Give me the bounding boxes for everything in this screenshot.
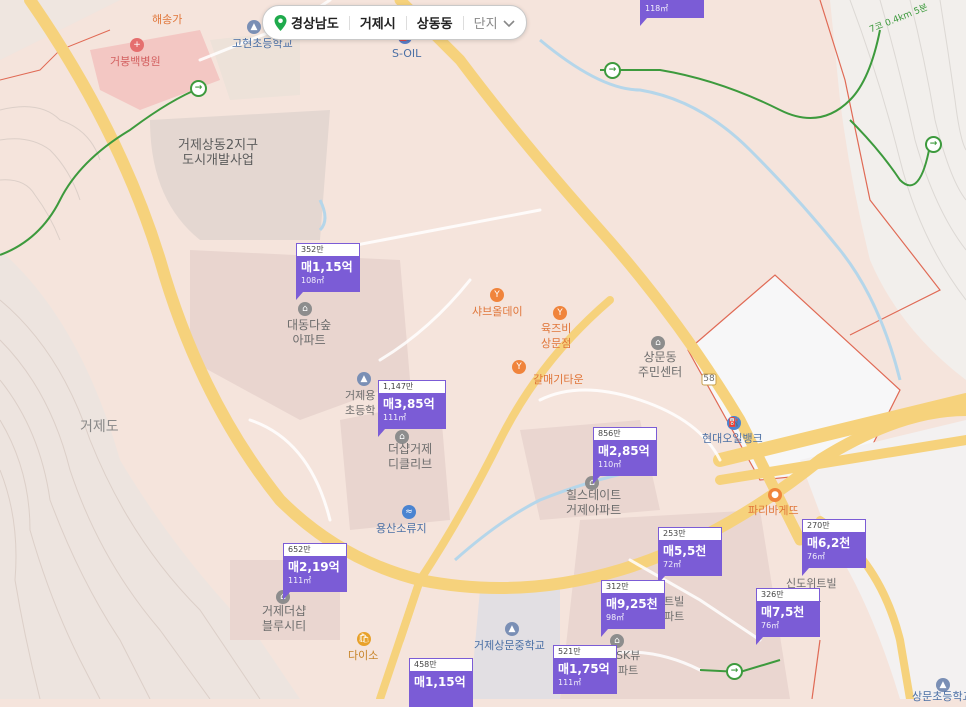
restaurant-icon[interactable]: Y: [512, 360, 526, 374]
listing-marker[interactable]: 270만 매6,2천 76㎡: [802, 519, 866, 576]
poi-sangmun-center-label: 상문동 주민센터: [638, 350, 683, 379]
community-center-icon[interactable]: ⌂: [651, 336, 665, 350]
poi-soil-label: S-OIL: [392, 47, 422, 60]
school-icon[interactable]: ▲: [505, 622, 519, 636]
poi-yongsan-reservoir-label: 용산소류지: [376, 522, 427, 535]
school-icon[interactable]: ▲: [357, 372, 371, 386]
poi-teubil-label: 트빌 파트: [664, 595, 685, 623]
poi-hospital-label: 거붕백병원: [110, 55, 161, 68]
poi-shabu-label: 샤브올데이: [472, 305, 523, 318]
poi-paris-baguette-label: 파리바게뜨: [748, 504, 799, 517]
breadcrumb-province[interactable]: 경상남도: [287, 13, 349, 32]
restaurant-icon[interactable]: Y: [553, 306, 567, 320]
hospital-icon[interactable]: +: [130, 38, 144, 52]
poi-geojeyong-school-label: 거제용 초등학: [345, 389, 376, 417]
route-58-label: 58: [703, 374, 715, 384]
restaurant-icon[interactable]: Y: [490, 288, 504, 302]
listing-marker[interactable]: 856만 매2,85억 110㎡: [593, 427, 657, 484]
listing-marker[interactable]: 458만 매1,15억: [409, 658, 473, 707]
trail-marker-icon[interactable]: →: [925, 136, 942, 153]
poi-sk-view-label: SK뷰 파트: [616, 649, 641, 677]
poi-hyundai-oilbank-label: 현대오일뱅크: [702, 432, 763, 445]
shopping-icon[interactable]: 🛍: [357, 632, 371, 646]
listing-marker[interactable]: 352만 매1,15억 108㎡: [296, 243, 360, 300]
poi-sangmun-elem-label: 상문초등학교: [912, 690, 966, 703]
location-breadcrumb: 경상남도 거제시 상동동 단지: [262, 5, 527, 40]
poi-the-sharp-label: 더샵거제 디클리브: [388, 442, 433, 471]
listing-marker[interactable]: 521만 매1,75억 111㎡: [553, 645, 617, 694]
poi-daiso-label: 다이소: [348, 649, 379, 662]
chevron-down-icon[interactable]: [502, 16, 516, 30]
gas-station-icon[interactable]: ⛽: [727, 416, 741, 430]
listing-marker[interactable]: 253만 매5,5천 72㎡: [658, 527, 722, 584]
dev-project-label: 거제상동2지구 도시개발사업: [178, 138, 259, 168]
trail-marker-icon[interactable]: →: [190, 80, 207, 97]
listing-marker[interactable]: 326만 매7,5천 76㎡: [756, 588, 820, 645]
listing-marker[interactable]: 312만 매9,25천 98㎡: [601, 580, 665, 637]
area-label-geojedo: 거제도: [80, 419, 119, 435]
poi-hillstate-label: 힐스테이트 거제아파트: [566, 488, 622, 517]
reservoir-icon[interactable]: ≈: [402, 505, 416, 519]
breadcrumb-city[interactable]: 거제시: [350, 13, 406, 32]
apartment-icon[interactable]: ⌂: [298, 302, 312, 316]
poi-sharp-bluecity-label: 거제더샵 블루시티: [262, 604, 307, 633]
listing-marker[interactable]: 1,147만 매3,85억 111㎡: [378, 380, 446, 437]
listing-marker[interactable]: 652만 매2,19억 111㎡: [283, 543, 347, 600]
listing-marker[interactable]: 118㎡: [640, 0, 704, 26]
breadcrumb-complex-select[interactable]: 단지: [464, 13, 502, 32]
location-pin-icon: [274, 14, 287, 31]
breadcrumb-district[interactable]: 상동동: [407, 13, 463, 32]
poi-yukjeubi-label: 육즈비 상문점: [541, 322, 572, 350]
trail-marker-icon[interactable]: →: [604, 62, 621, 79]
trail-marker-icon[interactable]: →: [726, 663, 743, 680]
poi-sangmun-middle-label: 거제상문중학교: [474, 639, 545, 652]
poi-daedong-apt-label: 대동다숲 아파트: [287, 318, 332, 347]
bakery-icon[interactable]: ●: [768, 488, 782, 502]
school-icon[interactable]: ▲: [247, 20, 261, 34]
poi-haesongga-label: 해송가: [152, 13, 183, 26]
poi-galmaegi-label: 갈매기타운: [533, 373, 584, 386]
